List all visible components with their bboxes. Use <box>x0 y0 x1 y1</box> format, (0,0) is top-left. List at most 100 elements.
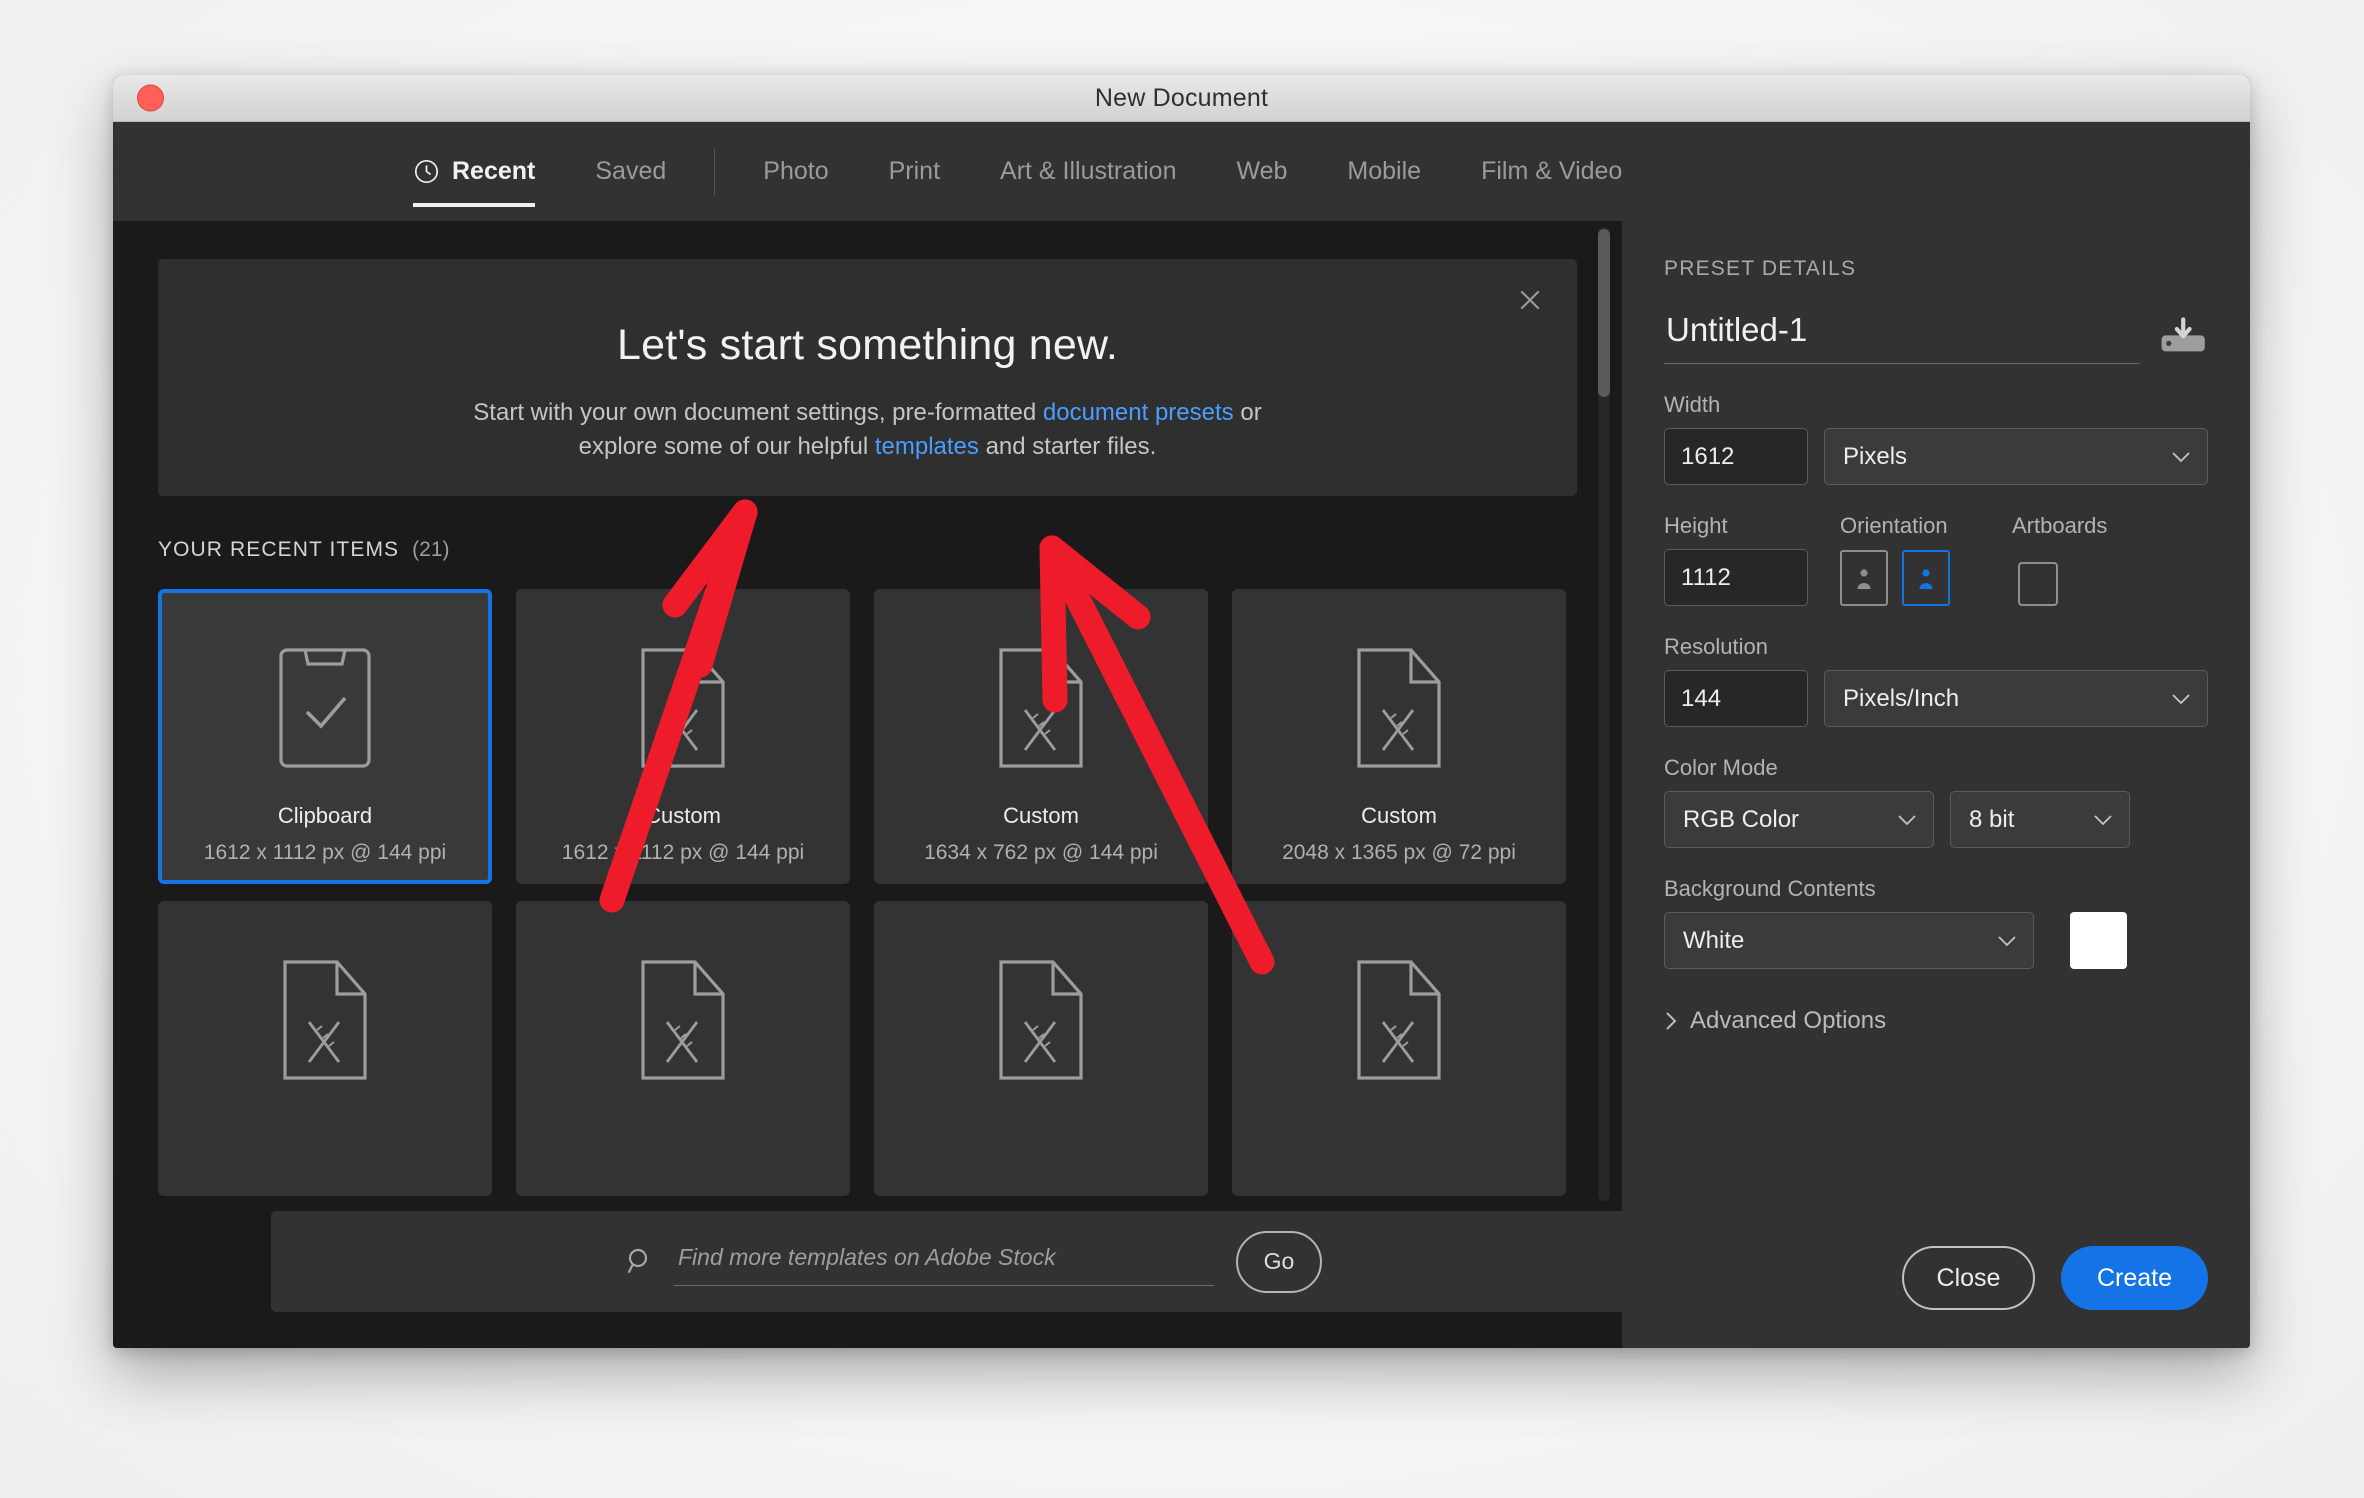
document-icon <box>1351 633 1447 783</box>
chevron-down-icon <box>2172 451 2190 462</box>
banner-line2-after: and starter files. <box>978 433 1157 461</box>
bit-depth-value: 8 bit <box>1969 805 2015 833</box>
color-mode-value: RGB Color <box>1683 805 1800 833</box>
width-unit-select[interactable]: Pixels <box>1824 428 2208 485</box>
width-input[interactable] <box>1664 428 1808 485</box>
banner-line2-before: explore some of our helpful <box>578 433 875 461</box>
recent-item-custom-4[interactable] <box>158 901 492 1196</box>
artboards-label: Artboards <box>2012 513 2108 538</box>
background-contents-value: White <box>1683 926 1745 954</box>
bit-depth-select[interactable]: 8 bit <box>1950 791 2130 848</box>
recent-item-clipboard[interactable]: Clipboard 1612 x 1112 px @ 144 ppi <box>158 589 492 884</box>
window-close-button[interactable] <box>137 84 164 112</box>
orientation-landscape-button[interactable] <box>1902 550 1950 606</box>
stock-search-bar: Go <box>271 1211 1622 1312</box>
tab-photo[interactable]: Photo <box>733 122 858 221</box>
templates-link[interactable]: templates <box>875 433 979 460</box>
tab-mobile-label: Mobile <box>1347 157 1422 185</box>
save-preset-icon[interactable] <box>2160 316 2208 357</box>
recent-item-custom-5[interactable] <box>516 901 850 1196</box>
dialog-body: Let's start something new. Start with yo… <box>113 221 2250 1348</box>
document-icon <box>993 633 1089 783</box>
recent-item-custom-2[interactable]: Custom 1634 x 762 px @ 144 ppi <box>874 589 1208 884</box>
orientation-group <box>1840 550 1950 606</box>
tab-divider <box>714 147 716 196</box>
tab-recent[interactable]: Recent <box>383 122 565 221</box>
tab-recent-label: Recent <box>452 157 536 185</box>
height-input[interactable] <box>1664 549 1808 606</box>
tab-saved[interactable]: Saved <box>565 122 696 221</box>
chevron-down-icon <box>1898 814 1916 825</box>
resolution-row: Pixels/Inch <box>1664 670 2208 727</box>
recent-item-meta: 1612 x 1112 px @ 144 ppi <box>203 841 447 864</box>
create-button[interactable]: Create <box>2061 1246 2208 1310</box>
tab-web-label: Web <box>1236 157 1288 185</box>
portrait-icon <box>1857 569 1871 589</box>
document-icon <box>1351 945 1447 1095</box>
content-pane: Let's start something new. Start with yo… <box>113 221 1622 1348</box>
banner-line1-before: Start with your own document settings, p… <box>473 399 1043 426</box>
tab-web[interactable]: Web <box>1206 122 1317 221</box>
resolution-unit-select[interactable]: Pixels/Inch <box>1824 670 2208 727</box>
search-input[interactable] <box>674 1237 1214 1286</box>
preset-details-pane: PRESET DETAILS Width Pixels Height <box>1622 221 2250 1348</box>
document-name-input[interactable] <box>1664 309 2140 364</box>
color-mode-label: Color Mode <box>1664 755 1778 780</box>
recent-item-custom-1[interactable]: Custom 1612 x 1112 px @ 144 ppi <box>516 589 850 884</box>
color-mode-row: RGB Color 8 bit <box>1664 791 2208 848</box>
orientation-portrait-button[interactable] <box>1840 550 1888 606</box>
tab-art-illustration-label: Art & Illustration <box>1000 157 1177 185</box>
search-icon <box>627 1248 648 1273</box>
banner-title: Let's start something new. <box>616 321 1118 369</box>
document-name-row <box>1664 309 2208 364</box>
chevron-down-icon <box>2172 693 2190 704</box>
tab-photo-label: Photo <box>763 157 829 185</box>
document-icon <box>635 633 731 783</box>
recent-items-count: (21) <box>412 538 450 561</box>
height-orientation-labels: Height Orientation Artboards <box>1664 513 2208 539</box>
recent-item-name: Custom <box>1003 803 1079 828</box>
close-button[interactable]: Close <box>1902 1246 2035 1310</box>
new-document-window: New Document Recent Saved Photo Print Ar… <box>113 75 2250 1348</box>
tab-art-illustration[interactable]: Art & Illustration <box>970 122 1206 221</box>
recent-item-name: Custom <box>645 803 721 828</box>
go-button[interactable]: Go <box>1236 1230 1322 1293</box>
banner-line1-after: or <box>1233 399 1262 426</box>
artboards-checkbox[interactable] <box>2018 562 2058 606</box>
window-title: New Document <box>1094 83 1269 112</box>
width-unit-value: Pixels <box>1843 442 1908 470</box>
banner-close-button[interactable] <box>1509 279 1551 321</box>
chevron-down-icon <box>2094 814 2112 825</box>
landscape-icon <box>1919 569 1933 589</box>
tab-print[interactable]: Print <box>859 122 970 221</box>
advanced-options-toggle[interactable]: Advanced Options <box>1664 1007 2208 1035</box>
recent-item-custom-7[interactable] <box>1232 901 1566 1196</box>
color-mode-select[interactable]: RGB Color <box>1664 791 1934 848</box>
banner-subtitle: Start with your own document settings, p… <box>158 396 1577 464</box>
clock-icon <box>414 159 439 184</box>
document-icon <box>993 945 1089 1095</box>
tab-mobile[interactable]: Mobile <box>1317 122 1451 221</box>
document-presets-link[interactable]: document presets <box>1043 399 1234 426</box>
recent-item-meta: 1612 x 1112 px @ 144 ppi <box>561 841 805 864</box>
recent-item-custom-6[interactable] <box>874 901 1208 1196</box>
tab-film-video[interactable]: Film & Video <box>1451 122 1652 221</box>
scrollbar-thumb[interactable] <box>1598 229 1610 397</box>
background-color-swatch[interactable] <box>2070 912 2127 969</box>
height-label: Height <box>1664 513 1728 538</box>
background-contents-row: White <box>1664 912 2208 969</box>
content-scrollbar[interactable] <box>1598 227 1610 1201</box>
preset-details-label: PRESET DETAILS <box>1664 257 1857 280</box>
chevron-down-icon <box>1998 935 2016 946</box>
recent-item-meta: 2048 x 1365 px @ 72 ppi <box>1282 841 1516 864</box>
width-label: Width <box>1664 392 1721 417</box>
recent-items-grid: Clipboard 1612 x 1112 px @ 144 ppi Custo… <box>158 589 1566 1196</box>
recent-item-meta: 1634 x 762 px @ 144 ppi <box>924 841 1158 864</box>
recent-item-name: Clipboard <box>277 803 373 828</box>
resolution-input[interactable] <box>1664 670 1808 727</box>
background-contents-select[interactable]: White <box>1664 912 2034 969</box>
title-bar: New Document <box>113 75 2250 122</box>
recent-item-custom-3[interactable]: Custom 2048 x 1365 px @ 72 ppi <box>1232 589 1566 884</box>
chevron-right-icon <box>1666 1012 1677 1030</box>
recent-items-title: YOUR RECENT ITEMS <box>158 538 400 561</box>
